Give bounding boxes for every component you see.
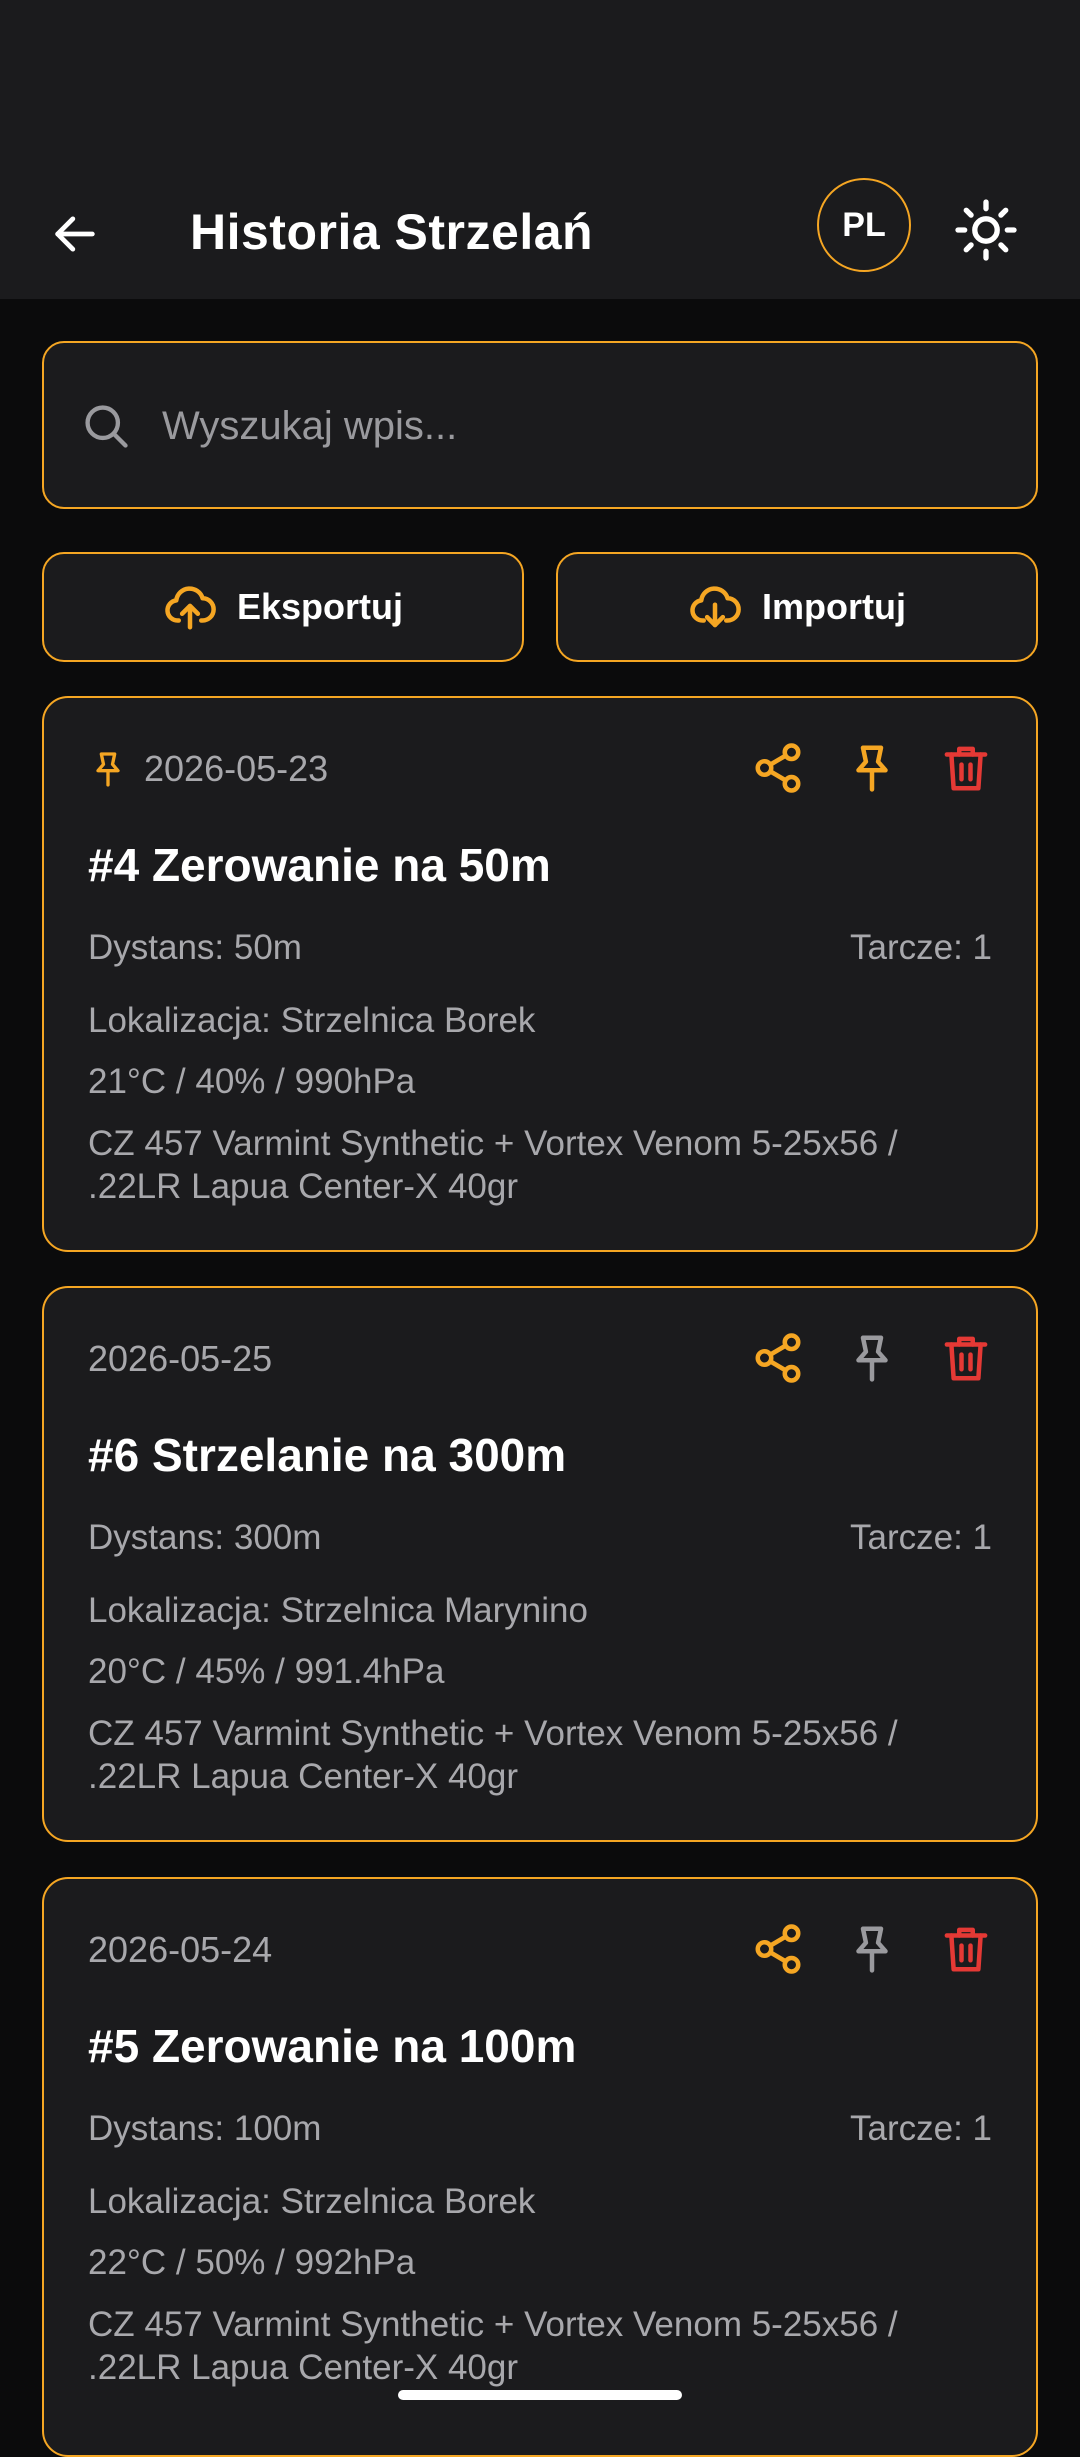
- import-label: Importuj: [762, 586, 906, 627]
- entry-date: 2026-05-23: [144, 748, 329, 789]
- entry-title: #6 Strzelanie na 300m: [88, 1429, 567, 1481]
- language-button[interactable]: PL: [817, 178, 911, 272]
- share-button[interactable]: [748, 738, 808, 798]
- pin-icon: [856, 745, 888, 792]
- entry-date-row: 2026-05-24: [88, 1929, 272, 1971]
- entry-weather: 20°C / 45% / 991.4hPa: [88, 1652, 445, 1691]
- share-icon: [755, 1924, 801, 1974]
- entry-date-row: 2026-05-23: [88, 748, 328, 790]
- delete-button[interactable]: [936, 1919, 996, 1979]
- entry-actions: [748, 738, 996, 798]
- history-entry-card[interactable]: 2026-05-23 #4 Zerowanie na 50m Dystans: …: [42, 696, 1038, 1252]
- import-button[interactable]: Importuj: [556, 552, 1038, 662]
- entry-weather: 22°C / 50% / 992hPa: [88, 2243, 416, 2282]
- entry-location: Lokalizacja: Strzelnica Borek: [88, 2182, 536, 2221]
- entry-targets: Tarcze: 1: [850, 1518, 992, 1557]
- share-button[interactable]: [748, 1919, 808, 1979]
- page-title: Historia Strzelań: [190, 204, 594, 260]
- trash-icon: [944, 1927, 988, 1972]
- import-export-row: Eksportuj Importuj: [42, 552, 1038, 662]
- delete-button[interactable]: [936, 738, 996, 798]
- home-indicator[interactable]: [398, 2390, 682, 2400]
- history-entry-card[interactable]: 2026-05-25 #6 Strzelanie na 300m Dystans…: [42, 1286, 1038, 1842]
- entry-title: #5 Zerowanie na 100m: [88, 2020, 577, 2072]
- entry-distance: Dystans: 100m: [88, 2109, 322, 2148]
- status-bar: [0, 0, 1080, 170]
- search-box: [42, 341, 1038, 509]
- share-button[interactable]: [748, 1328, 808, 1388]
- pin-button[interactable]: [842, 1919, 902, 1979]
- search-icon: [85, 405, 128, 448]
- entry-equipment: CZ 457 Varmint Synthetic + Vortex Venom …: [88, 1124, 898, 1206]
- theme-toggle-button[interactable]: [946, 190, 1026, 270]
- entry-distance: Dystans: 50m: [88, 928, 302, 967]
- pin-icon: [96, 752, 120, 787]
- cloud-download-icon: [690, 586, 741, 628]
- cloud-upload-icon: [165, 586, 216, 630]
- entry-targets: Tarcze: 1: [850, 928, 992, 967]
- entry-location: Lokalizacja: Strzelnica Marynino: [88, 1591, 588, 1630]
- share-icon: [755, 1333, 801, 1383]
- entry-date-row: 2026-05-25: [88, 1338, 272, 1380]
- entry-title: #4 Zerowanie na 50m: [88, 839, 551, 891]
- search-input[interactable]: [160, 383, 1000, 469]
- app-bar: Historia Strzelań: [0, 169, 1080, 299]
- entry-actions: [748, 1919, 996, 1979]
- history-entry-card[interactable]: 2026-05-24 #5 Zerowanie na 100m Dystans:…: [42, 1877, 1038, 2457]
- pin-icon: [856, 1335, 888, 1382]
- pin-icon: [856, 1926, 888, 1973]
- entry-location: Lokalizacja: Strzelnica Borek: [88, 1001, 536, 1040]
- entry-equipment: CZ 457 Varmint Synthetic + Vortex Venom …: [88, 1714, 898, 1796]
- entry-date: 2026-05-24: [88, 1929, 273, 1970]
- trash-icon: [944, 1336, 988, 1381]
- entry-actions: [748, 1328, 996, 1388]
- entry-equipment: CZ 457 Varmint Synthetic + Vortex Venom …: [88, 2305, 898, 2387]
- export-label: Eksportuj: [236, 586, 404, 627]
- export-button[interactable]: Eksportuj: [42, 552, 524, 662]
- pin-button[interactable]: [842, 1328, 902, 1388]
- entry-weather: 21°C / 40% / 990hPa: [88, 1062, 416, 1101]
- entry-targets: Tarcze: 1: [850, 2109, 992, 2148]
- entry-distance: Dystans: 300m: [88, 1518, 322, 1557]
- pin-button[interactable]: [842, 738, 902, 798]
- share-icon: [755, 743, 801, 793]
- delete-button[interactable]: [936, 1328, 996, 1388]
- arrow-left-icon: [55, 216, 95, 252]
- back-button[interactable]: [40, 199, 110, 269]
- trash-icon: [944, 746, 988, 791]
- sun-icon: [955, 199, 1017, 261]
- entry-date: 2026-05-25: [88, 1338, 273, 1379]
